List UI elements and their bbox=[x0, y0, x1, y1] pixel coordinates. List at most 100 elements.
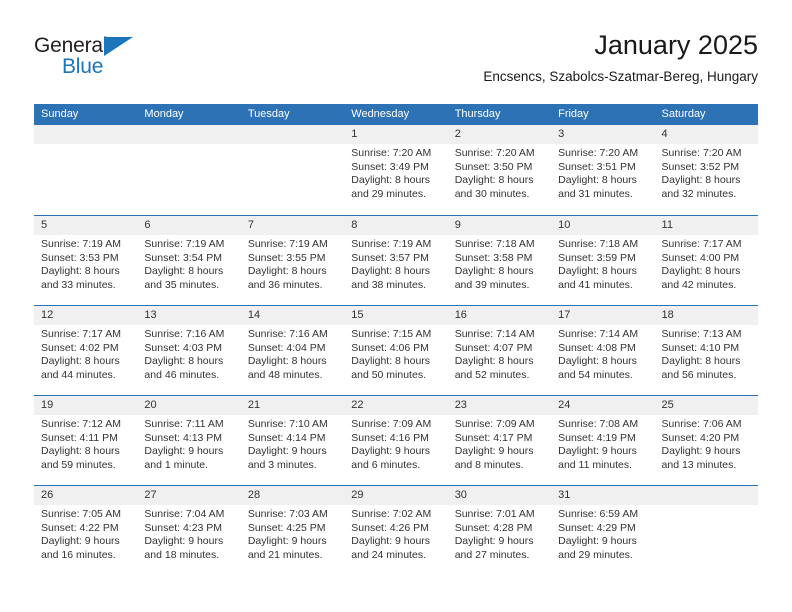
sunrise-text: Sunrise: 7:01 AM bbox=[454, 508, 535, 520]
daylight-text-line1: Daylight: 9 hours bbox=[144, 535, 224, 548]
calendar-day-cell[interactable]: 12 Sunrise: 7:17 AM Sunset: 4:02 PM Dayligh… bbox=[34, 306, 138, 395]
day-details: Sunrise: 7:02 AM Sunset: 4:26 PM Daylight:… bbox=[344, 505, 447, 562]
day-number: 12 bbox=[34, 306, 138, 325]
sunset-text: Sunset: 3:59 PM bbox=[558, 251, 636, 264]
day-number: 29 bbox=[344, 486, 448, 505]
day-details: Sunrise: 7:17 AM Sunset: 4:02 PM Daylight:… bbox=[34, 325, 137, 382]
calendar-day-cell[interactable]: 20 Sunrise: 7:11 AM Sunset: 4:13 PM Dayligh… bbox=[137, 396, 241, 485]
sunset-text: Sunset: 4:04 PM bbox=[247, 341, 326, 354]
sunrise-text: Sunrise: 7:20 AM bbox=[661, 147, 742, 159]
calendar-day-cell-empty bbox=[137, 125, 241, 215]
day-number: 3 bbox=[551, 125, 655, 144]
calendar-day-cell[interactable]: 31 Sunrise: 6:59 AM Sunset: 4:29 PM Dayligh… bbox=[551, 486, 655, 575]
calendar-day-cell[interactable]: 27 Sunrise: 7:04 AM Sunset: 4:23 PM Dayligh… bbox=[137, 486, 241, 575]
calendar-day-cell-empty bbox=[34, 125, 138, 215]
sunset-text: Sunset: 4:13 PM bbox=[144, 431, 223, 444]
sunrise-text: Sunrise: 7:06 AM bbox=[661, 418, 742, 430]
sunrise-text: Sunrise: 7:08 AM bbox=[558, 418, 639, 430]
daylight-text-line1: Daylight: 9 hours bbox=[558, 535, 637, 548]
calendar-day-cell[interactable]: 1 Sunrise: 7:20 AM Sunset: 3:49 PM Daylight… bbox=[344, 125, 448, 215]
calendar-day-cell[interactable]: 30 Sunrise: 7:01 AM Sunset: 4:28 PM Dayligh… bbox=[447, 486, 552, 575]
calendar-day-cell[interactable]: 25 Sunrise: 7:06 AM Sunset: 4:20 PM Dayligh… bbox=[654, 396, 758, 485]
sunset-text: Sunset: 3:55 PM bbox=[247, 251, 326, 264]
day-number bbox=[137, 125, 241, 144]
calendar-day-cell[interactable]: 6 Sunrise: 7:19 AM Sunset: 3:54 PM Daylight… bbox=[137, 216, 241, 305]
calendar-day-cell[interactable]: 5 Sunrise: 7:19 AM Sunset: 3:53 PM Daylight… bbox=[34, 216, 138, 305]
sunrise-text: Sunrise: 7:14 AM bbox=[454, 328, 535, 340]
sunrise-text: Sunrise: 7:19 AM bbox=[351, 238, 432, 250]
sunrise-text: Sunrise: 7:18 AM bbox=[454, 238, 535, 250]
day-number bbox=[34, 125, 138, 144]
daylight-text-line2: and 21 minutes. bbox=[247, 548, 323, 561]
calendar-day-cell[interactable]: 26 Sunrise: 7:05 AM Sunset: 4:22 PM Dayligh… bbox=[34, 486, 138, 575]
calendar-day-cell[interactable]: 17 Sunrise: 7:14 AM Sunset: 4:08 PM Dayligh… bbox=[551, 306, 655, 395]
sunrise-text: Sunrise: 7:09 AM bbox=[454, 418, 535, 430]
daylight-text-line2: and 36 minutes. bbox=[247, 278, 323, 291]
daylight-text-line2: and 3 minutes. bbox=[247, 458, 317, 471]
calendar-day-cell[interactable]: 18 Sunrise: 7:13 AM Sunset: 4:10 PM Dayligh… bbox=[654, 306, 758, 395]
day-number: 14 bbox=[240, 306, 345, 325]
sunset-text: Sunset: 3:53 PM bbox=[41, 251, 119, 264]
calendar-day-cell[interactable]: 3 Sunrise: 7:20 AM Sunset: 3:51 PM Daylight… bbox=[551, 125, 655, 215]
calendar-day-cell[interactable]: 8 Sunrise: 7:19 AM Sunset: 3:57 PM Daylight… bbox=[344, 216, 448, 305]
sunrise-text: Sunrise: 7:09 AM bbox=[351, 418, 432, 430]
weekday-header-wednesday: Wednesday bbox=[351, 108, 410, 120]
day-number: 30 bbox=[447, 486, 552, 505]
sunrise-text: Sunrise: 7:13 AM bbox=[661, 328, 742, 340]
daylight-text-line1: Daylight: 9 hours bbox=[558, 445, 637, 458]
day-details: Sunrise: 7:08 AM Sunset: 4:19 PM Daylight:… bbox=[551, 415, 654, 472]
calendar-day-cell[interactable]: 24 Sunrise: 7:08 AM Sunset: 4:19 PM Dayligh… bbox=[551, 396, 655, 485]
generalblue-logo[interactable]: General Blue bbox=[34, 34, 194, 86]
calendar-day-cell[interactable]: 13 Sunrise: 7:16 AM Sunset: 4:03 PM Dayligh… bbox=[137, 306, 241, 395]
day-number: 23 bbox=[447, 396, 552, 415]
calendar-day-cell[interactable]: 14 Sunrise: 7:16 AM Sunset: 4:04 PM Dayligh… bbox=[240, 306, 345, 395]
calendar-day-cell[interactable]: 2 Sunrise: 7:20 AM Sunset: 3:50 PM Daylight… bbox=[447, 125, 552, 215]
day-details: Sunrise: 7:14 AM Sunset: 4:07 PM Daylight:… bbox=[448, 325, 551, 382]
daylight-text-line1: Daylight: 8 hours bbox=[454, 265, 534, 278]
triangle-icon bbox=[104, 37, 133, 56]
day-details: Sunrise: 7:20 AM Sunset: 3:49 PM Daylight:… bbox=[344, 144, 447, 201]
daylight-text-line2: and 27 minutes. bbox=[454, 548, 530, 561]
sunset-text: Sunset: 4:06 PM bbox=[351, 341, 429, 354]
day-number: 27 bbox=[137, 486, 241, 505]
daylight-text-line2: and 35 minutes. bbox=[144, 278, 220, 291]
weekday-header-thursday: Thursday bbox=[454, 108, 501, 120]
day-details: Sunrise: 7:16 AM Sunset: 4:03 PM Daylight:… bbox=[137, 325, 240, 382]
sunrise-text: Sunrise: 7:20 AM bbox=[454, 147, 535, 159]
sunset-text: Sunset: 4:10 PM bbox=[661, 341, 740, 354]
daylight-text-line2: and 11 minutes. bbox=[558, 458, 633, 471]
sunrise-text: Sunrise: 7:19 AM bbox=[144, 238, 225, 250]
daylight-text-line2: and 38 minutes. bbox=[351, 278, 426, 291]
daylight-text-line2: and 56 minutes. bbox=[661, 368, 737, 381]
day-details: Sunrise: 7:06 AM Sunset: 4:20 PM Daylight:… bbox=[655, 415, 758, 472]
daylight-text-line2: and 30 minutes. bbox=[454, 187, 530, 200]
daylight-text-line1: Daylight: 8 hours bbox=[41, 265, 120, 278]
sunset-text: Sunset: 4:22 PM bbox=[41, 521, 119, 534]
calendar-day-cell[interactable]: 9 Sunrise: 7:18 AM Sunset: 3:58 PM Daylight… bbox=[447, 216, 552, 305]
weekday-header-saturday: Saturday bbox=[661, 108, 706, 120]
calendar-day-cell[interactable]: 4 Sunrise: 7:20 AM Sunset: 3:52 PM Daylight… bbox=[654, 125, 758, 215]
calendar-day-cell[interactable]: 19 Sunrise: 7:12 AM Sunset: 4:11 PM Dayligh… bbox=[34, 396, 138, 485]
day-details: Sunrise: 7:13 AM Sunset: 4:10 PM Daylight:… bbox=[655, 325, 758, 382]
calendar-day-cell[interactable]: 23 Sunrise: 7:09 AM Sunset: 4:17 PM Dayligh… bbox=[447, 396, 552, 485]
daylight-text-line1: Daylight: 8 hours bbox=[247, 265, 327, 278]
day-number: 20 bbox=[137, 396, 241, 415]
sunset-text: Sunset: 4:14 PM bbox=[247, 431, 326, 444]
calendar-day-cell[interactable]: 21 Sunrise: 7:10 AM Sunset: 4:14 PM Dayligh… bbox=[240, 396, 345, 485]
calendar-day-cell[interactable]: 15 Sunrise: 7:15 AM Sunset: 4:06 PM Dayligh… bbox=[344, 306, 448, 395]
sunset-text: Sunset: 4:11 PM bbox=[41, 431, 118, 444]
sunset-text: Sunset: 4:20 PM bbox=[661, 431, 740, 444]
day-number: 13 bbox=[137, 306, 241, 325]
daylight-text-line1: Daylight: 9 hours bbox=[351, 535, 431, 548]
calendar-day-cell[interactable]: 29 Sunrise: 7:02 AM Sunset: 4:26 PM Dayligh… bbox=[344, 486, 448, 575]
calendar-day-cell[interactable]: 11 Sunrise: 7:17 AM Sunset: 4:00 PM Dayligh… bbox=[654, 216, 758, 305]
sunrise-text: Sunrise: 7:19 AM bbox=[41, 238, 121, 250]
calendar-day-cell[interactable]: 7 Sunrise: 7:19 AM Sunset: 3:55 PM Daylight… bbox=[240, 216, 345, 305]
calendar-day-cell[interactable]: 16 Sunrise: 7:14 AM Sunset: 4:07 PM Dayligh… bbox=[447, 306, 552, 395]
day-number: 19 bbox=[34, 396, 138, 415]
calendar-day-cell[interactable]: 10 Sunrise: 7:18 AM Sunset: 3:59 PM Dayligh… bbox=[551, 216, 655, 305]
daylight-text-line2: and 29 minutes. bbox=[558, 548, 633, 561]
calendar-day-cell[interactable]: 28 Sunrise: 7:03 AM Sunset: 4:25 PM Dayligh… bbox=[240, 486, 345, 575]
day-number: 9 bbox=[447, 216, 552, 235]
calendar-day-cell[interactable]: 22 Sunrise: 7:09 AM Sunset: 4:16 PM Dayligh… bbox=[344, 396, 448, 485]
